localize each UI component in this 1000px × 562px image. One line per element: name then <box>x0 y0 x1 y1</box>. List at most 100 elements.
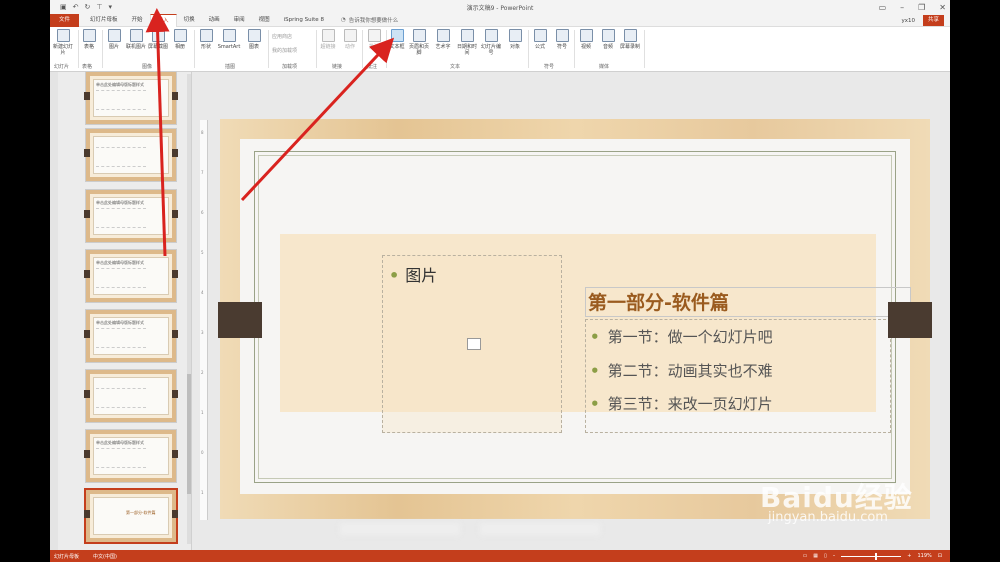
pictures-button[interactable]: 图片 <box>103 29 125 50</box>
tab-ispring[interactable]: iSpring Suite 8 <box>277 14 331 27</box>
my-addins-button[interactable]: 我的加载项 <box>272 47 297 54</box>
tab-view[interactable]: 视图 <box>252 14 277 27</box>
tab-insert[interactable]: 插入 <box>149 13 177 27</box>
thumbnail-7[interactable]: 单击此处编辑母版标题样式 <box>84 429 178 483</box>
symbol-button[interactable]: 符号 <box>551 29 573 50</box>
thumbnail-3[interactable]: 单击此处编辑母版标题样式 <box>84 189 178 243</box>
normal-view-icon[interactable]: ▭ <box>803 553 808 559</box>
zoom-in-icon[interactable]: + <box>907 553 911 559</box>
date-time-button[interactable]: 日期和时间 <box>456 29 478 56</box>
video-button[interactable]: 视频 <box>575 29 597 50</box>
redo-icon[interactable]: ↻ <box>85 3 91 11</box>
list-item: • 第三节：来改一页幻灯片 <box>590 395 773 413</box>
insert-picture-icon[interactable] <box>467 338 481 350</box>
close-icon[interactable]: ✕ <box>939 3 946 12</box>
right-clip-decoration <box>888 302 932 338</box>
store-button[interactable]: 应用商店 <box>272 33 292 40</box>
thumbnail-scrollbar[interactable] <box>187 74 191 544</box>
scrollbar-thumb[interactable] <box>187 374 191 494</box>
group-label-images: 图像 <box>142 64 153 70</box>
zoom-slider[interactable] <box>841 552 902 560</box>
list-item: • 第二节：动画其实也不难 <box>590 362 773 380</box>
customize-qat-icon[interactable]: ▾ <box>108 3 112 11</box>
action-icon <box>343 29 357 42</box>
hyperlink-button[interactable]: 超链接 <box>317 29 339 50</box>
undo-icon[interactable]: ↶ <box>73 3 79 11</box>
screenshot-button[interactable]: 屏幕截图 <box>147 29 169 50</box>
object-button[interactable]: 对象 <box>504 29 526 50</box>
shapes-icon <box>199 29 213 42</box>
slide-title: 第一部分-软件篇 <box>588 292 729 314</box>
wordart-button[interactable]: 艺术字 <box>432 29 454 50</box>
status-bar: 幻灯片母板 中文(中国) ▭ ▦ ▯ – + 119% ⊡ <box>50 550 950 562</box>
content-list-box[interactable]: • 第一节：做一个幻灯片吧 • 第二节：动画其实也不难 • 第三节：来改一页幻灯片 <box>585 319 891 433</box>
online-picture-icon <box>129 29 143 42</box>
equation-button[interactable]: 公式 <box>529 29 551 50</box>
thumbnail-4[interactable]: 单击此处编辑母版标题样式 <box>84 249 178 303</box>
thumbnail-5[interactable]: 单击此处编辑母版标题样式 <box>84 309 178 363</box>
ribbon-display-icon[interactable]: ▭ <box>879 3 887 12</box>
bullet-icon: • <box>590 395 600 413</box>
group-label-addins: 加载项 <box>282 64 298 70</box>
tab-file[interactable]: 文件 <box>50 13 80 27</box>
tab-transitions[interactable]: 切换 <box>177 14 202 27</box>
zoom-control: ▭ ▦ ▯ – + 119% ⊡ <box>803 550 942 562</box>
screen-recording-button[interactable]: 屏幕录制 <box>619 29 641 50</box>
new-slide-button[interactable]: 新建幻灯片 <box>52 29 74 56</box>
zoom-level[interactable]: 119% <box>918 553 932 559</box>
thumbnail-8-selected[interactable]: 第一部分-软件篇 <box>84 488 178 544</box>
slide-sorter-icon[interactable]: ▦ <box>813 553 818 559</box>
tab-review[interactable]: 审阅 <box>227 14 252 27</box>
table-button[interactable]: 表格 <box>78 29 100 50</box>
zoom-slider-thumb[interactable] <box>875 552 878 560</box>
text-box-button[interactable]: 文本框 <box>386 29 408 50</box>
group-label-text: 文本 <box>450 64 461 70</box>
album-icon <box>173 29 187 42</box>
chart-button[interactable]: 图表 <box>243 29 265 50</box>
comment-icon <box>367 29 381 42</box>
photo-album-button[interactable]: 相册 <box>169 29 191 50</box>
action-button[interactable]: 动作 <box>339 29 361 50</box>
share-button[interactable]: 共享 <box>922 15 944 26</box>
bullet-icon: • <box>590 328 600 346</box>
status-view-label: 幻灯片母板 <box>54 553 80 560</box>
chart-icon <box>247 29 261 42</box>
slide-thumbnail-pane[interactable]: 单击此处编辑母版标题样式 单击此处编辑母版标题样式 单击此处编辑母版标题样式 单… <box>50 71 192 550</box>
shapes-button[interactable]: 形状 <box>195 29 217 50</box>
minimize-icon[interactable]: – <box>900 3 904 12</box>
thumbnail-1[interactable]: 单击此处编辑母版标题样式 <box>84 71 178 125</box>
tab-animations[interactable]: 动画 <box>202 14 227 27</box>
video-icon <box>579 29 593 42</box>
slide-number-icon <box>484 29 498 42</box>
group-label-comments: 批注 <box>367 64 378 70</box>
quick-access-toolbar: ▣ ↶ ↻ ⊤ ▾ <box>50 3 112 11</box>
restore-icon[interactable]: ❐ <box>918 3 925 12</box>
tab-home[interactable]: 开始 <box>125 14 150 27</box>
zoom-out-icon[interactable]: – <box>833 553 836 559</box>
present-icon[interactable]: ⊤ <box>96 3 102 11</box>
slide-title-box[interactable]: 第一部分-软件篇 <box>585 287 911 317</box>
header-footer-button[interactable]: 页眉和页脚 <box>408 29 430 56</box>
audio-button[interactable]: 音频 <box>597 29 619 50</box>
save-icon[interactable]: ▣ <box>60 3 67 11</box>
date-time-icon <box>460 29 474 42</box>
reading-view-icon[interactable]: ▯ <box>824 553 827 559</box>
smartart-button[interactable]: SmartArt <box>218 29 240 50</box>
slide-editor[interactable]: 8765432101 • 图片 第一部分-软件篇 • 第一节：做一个幻灯片吧 • 第二… <box>192 72 950 550</box>
tell-me-box[interactable]: ◔ 告诉我你想要做什么 <box>331 16 398 24</box>
left-clip-decoration <box>218 302 262 338</box>
slide-number-button[interactable]: 幻灯片编号 <box>480 29 502 56</box>
thumbnail-6[interactable] <box>84 369 178 423</box>
user-name[interactable]: yx10 <box>901 18 915 24</box>
online-pictures-button[interactable]: 联机图片 <box>125 29 147 50</box>
slide-canvas[interactable]: • 图片 第一部分-软件篇 • 第一节：做一个幻灯片吧 • 第二节：动画其实也不难 •… <box>218 119 932 535</box>
thumbnail-2[interactable] <box>84 128 178 182</box>
fit-slide-icon[interactable]: ⊡ <box>938 553 942 559</box>
lightbulb-icon: ◔ <box>340 17 346 23</box>
group-label-media: 媒体 <box>599 64 610 70</box>
tab-slide-master[interactable]: 幻灯片母板 <box>83 14 125 27</box>
powerpoint-window: ▣ ↶ ↻ ⊤ ▾ 演示文稿9 - PowerPoint ▭ – ❐ ✕ 文件 … <box>50 0 950 562</box>
comment-button[interactable]: 批注 <box>363 29 385 50</box>
picture-placeholder[interactable]: • 图片 <box>382 255 562 433</box>
status-language[interactable]: 中文(中国) <box>93 553 117 560</box>
